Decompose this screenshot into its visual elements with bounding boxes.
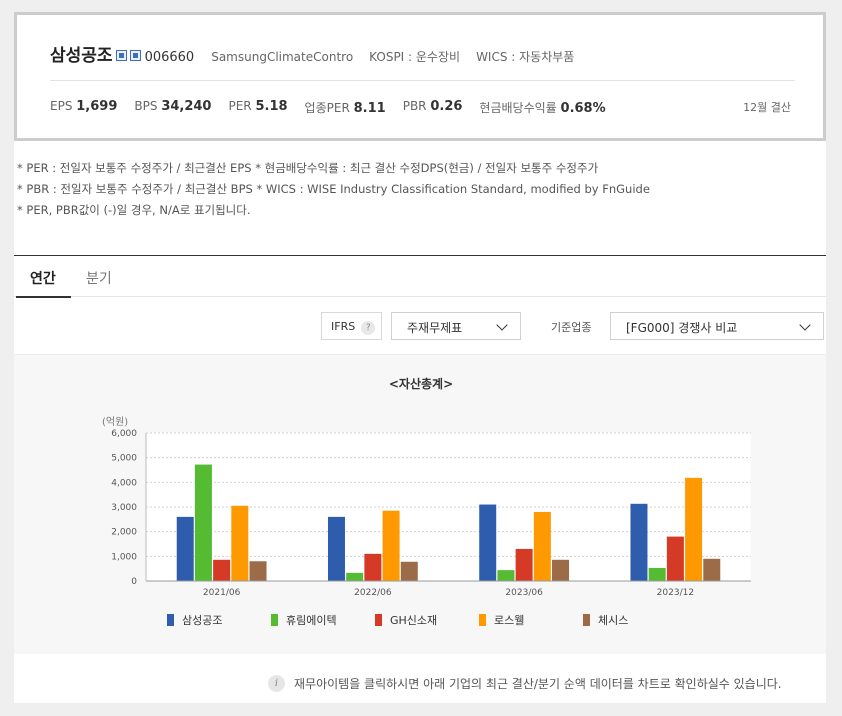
bar[interactable] [497, 570, 515, 581]
x-tick-label: 2021/06 [203, 588, 241, 598]
legend-item[interactable]: GH신소재 [375, 612, 437, 628]
legend-swatch [479, 614, 486, 626]
legend-swatch [271, 614, 278, 626]
y-axis-unit: (억원) [102, 416, 128, 428]
y-tick-label: 4,000 [111, 478, 137, 488]
bar[interactable] [249, 561, 267, 581]
legend-swatch [375, 614, 382, 626]
legend-item[interactable]: 휴림에이텍 [271, 612, 337, 628]
legend-item[interactable]: 로스웰 [479, 612, 524, 628]
bar[interactable] [382, 510, 400, 581]
y-tick-label: 5,000 [111, 454, 137, 464]
bar[interactable] [176, 516, 194, 581]
info-text: 재무아이템을 클릭하시면 아래 기업의 최근 결산/분기 순액 데이터를 차트로… [294, 677, 782, 691]
y-tick-label: 2,000 [111, 528, 137, 538]
bar[interactable] [666, 536, 684, 581]
bar[interactable] [194, 464, 212, 581]
bar[interactable] [703, 558, 721, 581]
x-tick-label: 2023/06 [505, 588, 543, 598]
y-tick-label: 6,000 [111, 429, 137, 439]
bar[interactable] [327, 516, 345, 581]
bar[interactable] [552, 559, 570, 581]
legend-item[interactable]: 삼성공조 [167, 612, 222, 628]
y-tick-label: 0 [131, 577, 137, 587]
info-message: i 재무아이템을 클릭하시면 아래 기업의 최근 결산/분기 순액 데이터를 차… [268, 675, 782, 692]
bar[interactable] [479, 504, 497, 581]
y-tick-label: 3,000 [111, 503, 137, 513]
legend-swatch [583, 614, 590, 626]
info-icon: i [268, 675, 285, 692]
bar[interactable] [685, 477, 703, 581]
legend-item[interactable]: 체시스 [583, 612, 628, 628]
bar[interactable] [533, 511, 551, 581]
asset-chart: 0 1,000 2,000 3,000 4,000 5,000 6,000 2021/06 2… [102, 416, 751, 598]
bar[interactable] [648, 567, 666, 581]
legend-swatch [167, 614, 174, 626]
x-tick-label: 2023/12 [657, 588, 694, 598]
bar[interactable] [346, 572, 364, 581]
bar[interactable] [213, 559, 231, 581]
x-tick-label: 2022/06 [354, 588, 392, 598]
bar[interactable] [630, 503, 648, 581]
chart-legend: 삼성공조 휴림에이텍 GH신소재 로스웰 체시스 [0, 612, 842, 628]
bar[interactable] [364, 553, 382, 581]
bar[interactable] [231, 505, 249, 581]
y-tick-label: 1,000 [111, 552, 137, 562]
bar[interactable] [400, 561, 418, 581]
bar[interactable] [515, 548, 533, 581]
